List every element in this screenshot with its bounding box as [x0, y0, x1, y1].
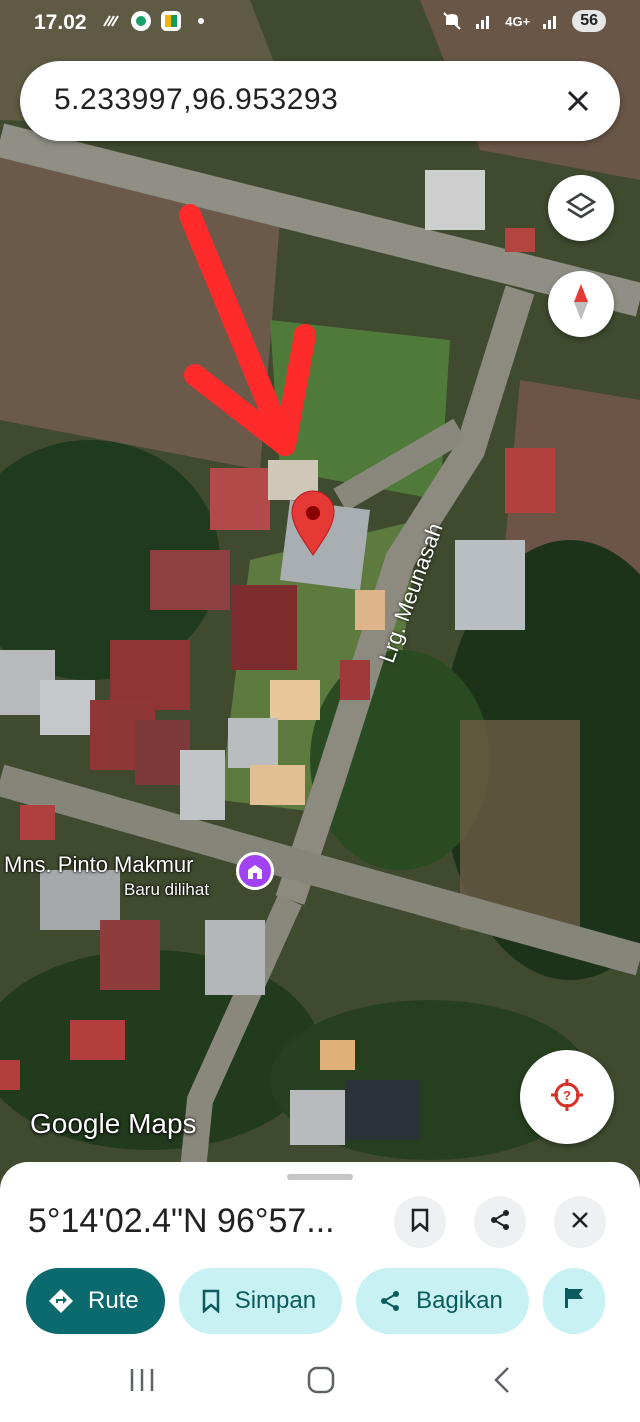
home-icon — [307, 1366, 335, 1399]
app-notification-icon — [130, 10, 152, 32]
status-time: 17.02 — [34, 11, 87, 34]
wifi-calling-icon — [100, 10, 122, 32]
system-nav-bar — [0, 1340, 640, 1422]
my-location-button[interactable]: ? — [520, 1050, 614, 1144]
share-icon — [378, 1289, 402, 1313]
locate-icon: ? — [549, 1077, 585, 1118]
share-icon-button[interactable] — [474, 1196, 526, 1248]
back-button[interactable] — [482, 1362, 522, 1402]
gallery-notification-icon — [160, 10, 182, 32]
status-bar: 17.02 4G+ 56 — [0, 0, 640, 48]
mute-icon — [441, 10, 463, 32]
layers-button[interactable] — [548, 175, 614, 241]
place-sublabel: Baru dilihat — [124, 880, 210, 899]
satellite-map[interactable] — [0, 0, 640, 1200]
drag-handle[interactable] — [287, 1174, 353, 1180]
google-maps-watermark: Google Maps — [30, 1108, 197, 1139]
back-icon — [492, 1366, 512, 1399]
recents-button[interactable] — [122, 1362, 162, 1402]
bookmark-icon — [410, 1208, 430, 1237]
svg-text:?: ? — [563, 1088, 571, 1103]
flag-icon — [563, 1286, 585, 1317]
share-button[interactable]: Bagikan — [356, 1268, 529, 1334]
network-type: 4G+ — [505, 13, 531, 29]
recents-icon — [128, 1367, 156, 1398]
layers-icon — [565, 190, 597, 227]
signal-icon — [473, 10, 495, 32]
share-label: Bagikan — [416, 1287, 503, 1314]
battery-level: 56 — [572, 10, 606, 32]
search-bar[interactable]: 5.233997,96.953293 — [20, 61, 620, 141]
action-chips: Rute Simpan Bagikan — [26, 1268, 605, 1334]
route-button[interactable]: Rute — [26, 1268, 165, 1334]
coordinates-title: 5°14'02.4"N 96°57... — [28, 1202, 335, 1240]
save-icon-button[interactable] — [394, 1196, 446, 1248]
route-label: Rute — [88, 1287, 139, 1314]
save-label: Simpan — [234, 1287, 317, 1314]
save-button[interactable]: Simpan — [178, 1268, 343, 1334]
directions-icon — [48, 1288, 74, 1314]
mosque-poi-icon[interactable] — [236, 852, 274, 890]
close-icon — [571, 1211, 589, 1234]
home-button[interactable] — [301, 1362, 341, 1402]
close-icon[interactable] — [556, 79, 600, 123]
signal-icon-2 — [540, 10, 562, 32]
search-query[interactable]: 5.233997,96.953293 — [54, 83, 338, 117]
place-label[interactable]: Mns. Pinto Makmur — [4, 852, 194, 878]
bookmark-icon — [201, 1289, 221, 1313]
compass-icon — [569, 282, 593, 327]
close-sheet-button[interactable] — [554, 1196, 606, 1248]
more-chip-button[interactable] — [542, 1268, 605, 1334]
dot-icon — [190, 10, 212, 32]
share-icon — [488, 1208, 512, 1237]
compass-button[interactable] — [548, 271, 614, 337]
